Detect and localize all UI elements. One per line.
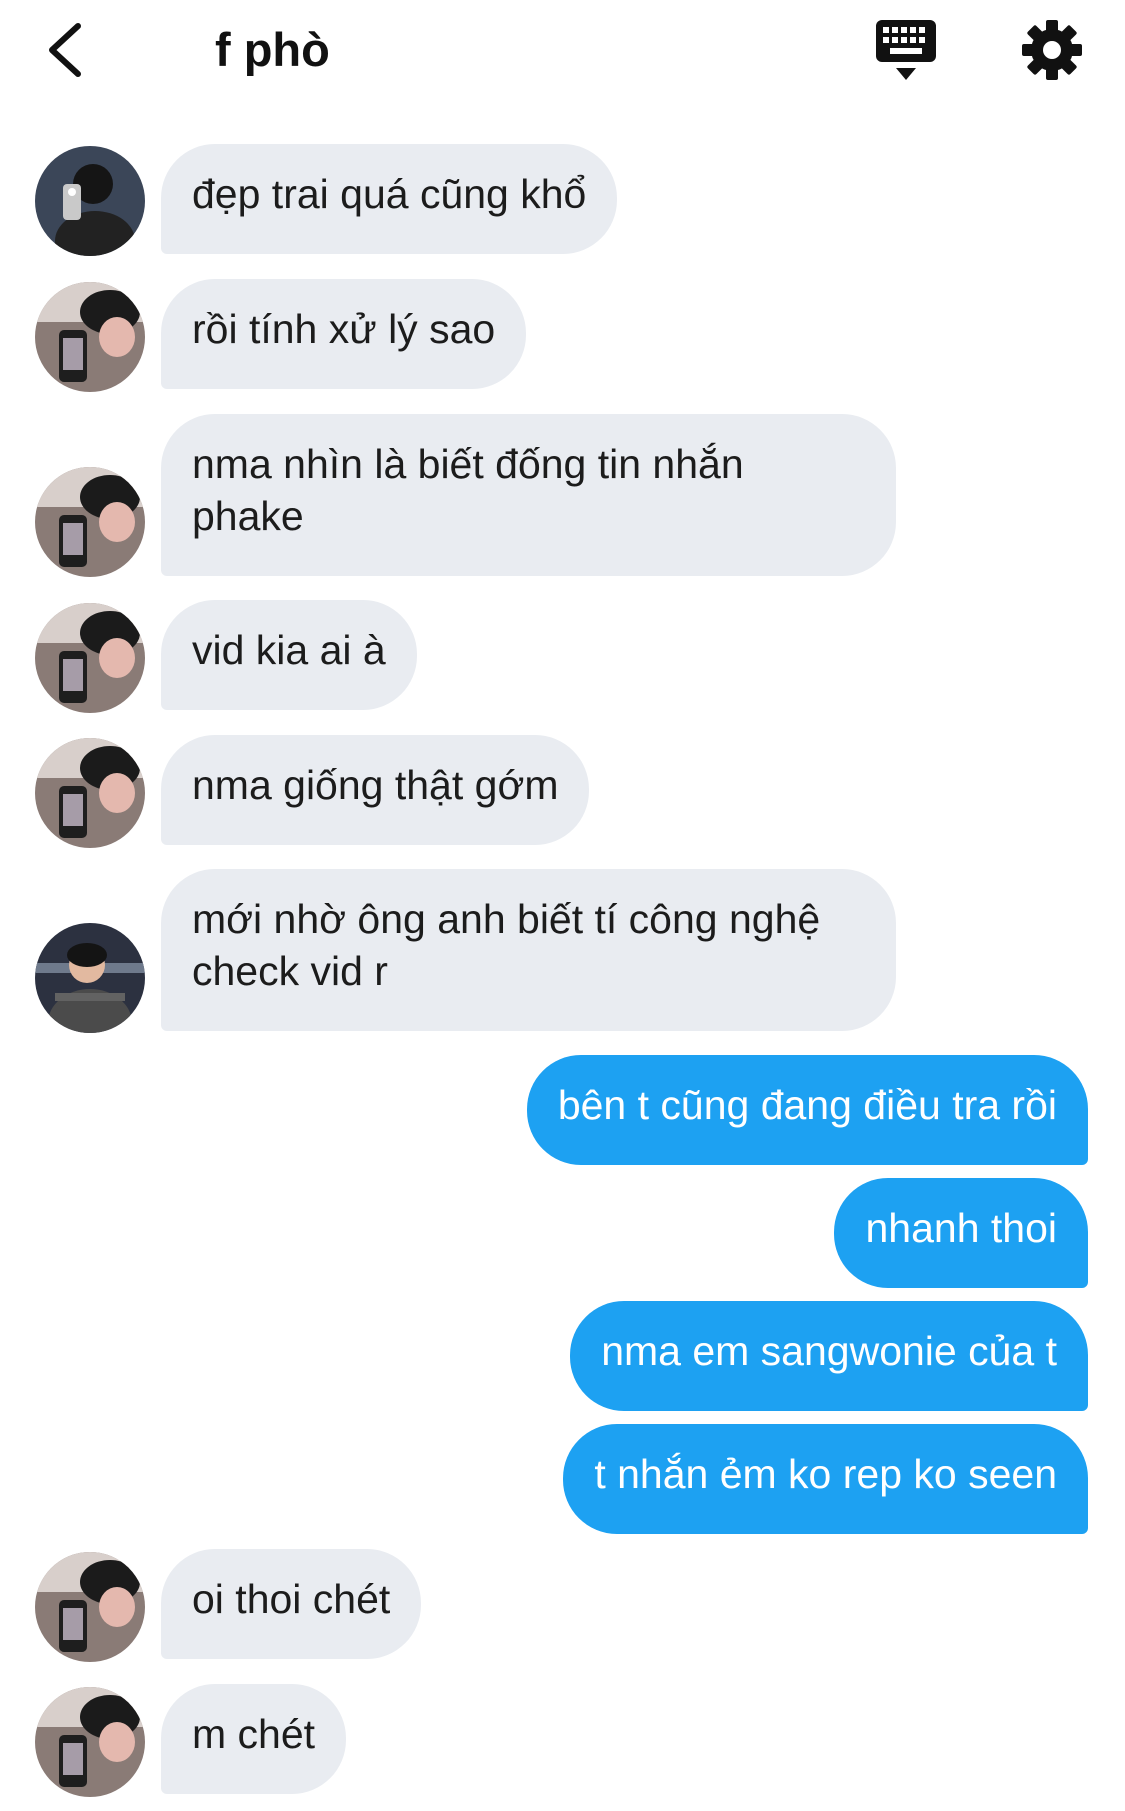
message-bubble-outgoing[interactable]: t nhắn ẻm ko rep ko seen [563, 1424, 1088, 1534]
message-bubble-incoming[interactable]: oi thoi chét [161, 1549, 422, 1659]
avatar[interactable] [35, 738, 145, 848]
message-bubble-outgoing[interactable]: nhanh thoi [834, 1178, 1088, 1288]
avatar[interactable] [35, 282, 145, 392]
message-bubble-outgoing[interactable]: nma em sangwonie của t [570, 1301, 1088, 1411]
avatar[interactable] [35, 467, 145, 577]
avatar[interactable] [35, 146, 145, 256]
avatar[interactable] [35, 923, 145, 1033]
message-bubble-incoming[interactable]: rồi tính xử lý sao [161, 279, 527, 389]
message-bubble-incoming[interactable]: m chét [161, 1684, 347, 1794]
avatar[interactable] [35, 603, 145, 713]
message-thread: đẹp trai quá cũng khổ rồi tính xử lý sao… [0, 0, 1125, 1811]
message-bubble-incoming[interactable]: vid kia ai à [161, 600, 417, 710]
message-bubble-incoming[interactable]: mới nhờ ông anh biết tí công nghệ check … [161, 869, 896, 1031]
message-bubble-incoming[interactable]: nma giống thật gớm [161, 735, 590, 845]
message-bubble-outgoing[interactable]: bên t cũng đang điều tra rồi [526, 1055, 1088, 1165]
message-bubble-incoming[interactable]: đẹp trai quá cũng khổ [161, 144, 618, 254]
avatar[interactable] [35, 1687, 145, 1797]
message-bubble-incoming[interactable]: nma nhìn là biết đống tin nhắn phake [161, 414, 896, 576]
avatar[interactable] [35, 1552, 145, 1662]
